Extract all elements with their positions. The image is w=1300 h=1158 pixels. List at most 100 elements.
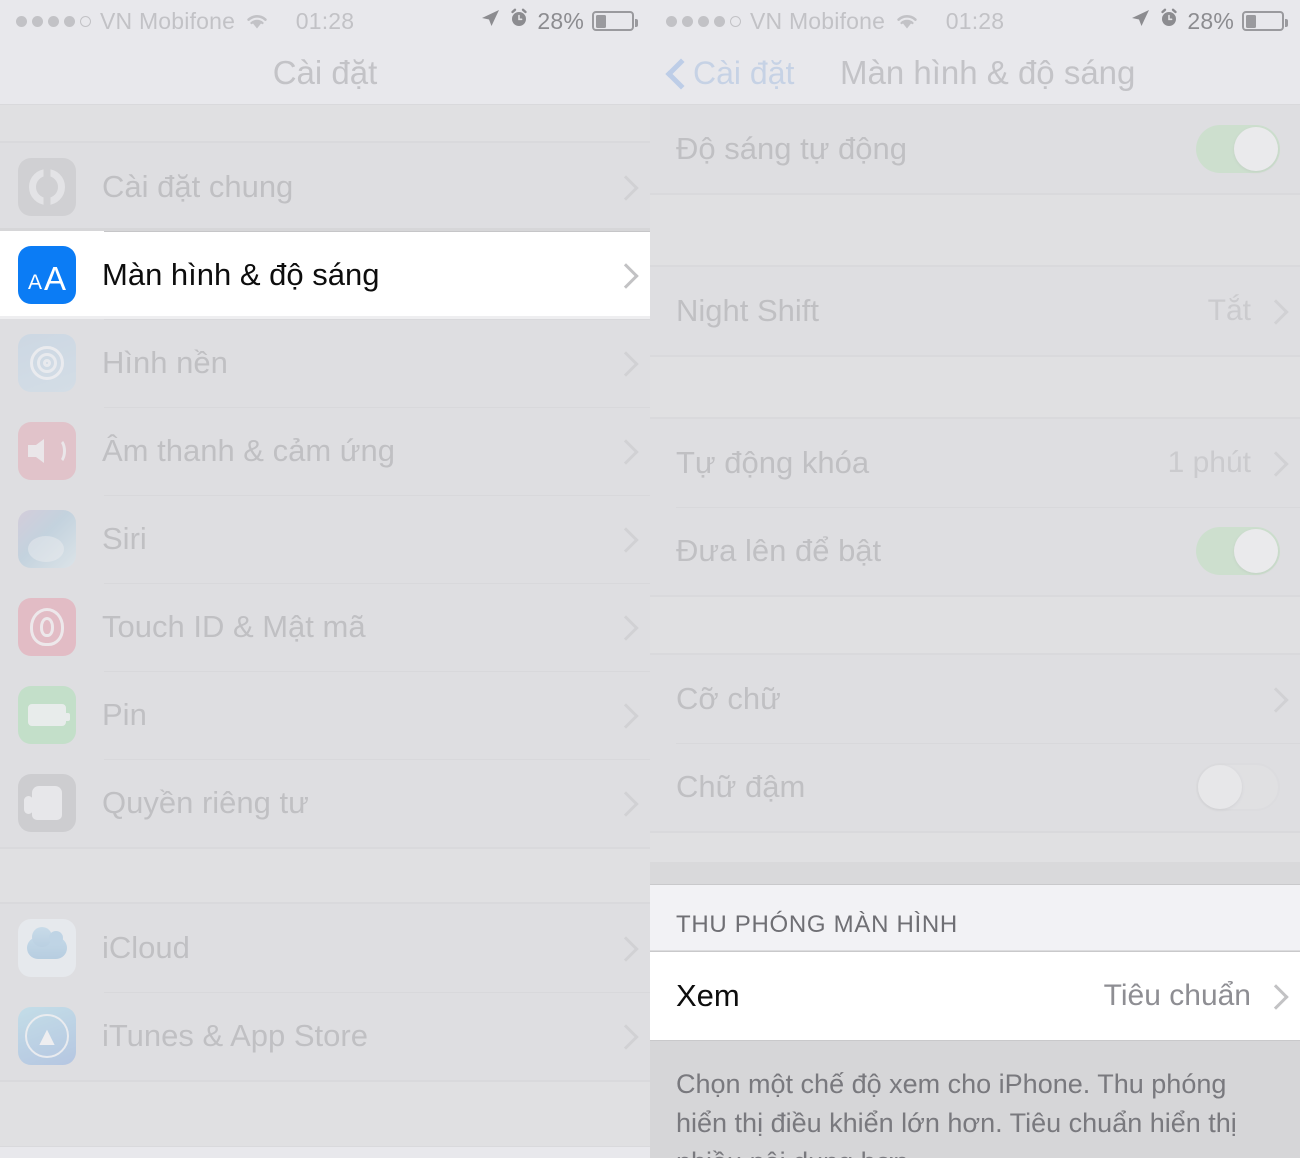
chevron-right-icon	[617, 937, 630, 959]
chevron-right-icon	[617, 792, 630, 814]
chevron-right-icon	[617, 176, 630, 198]
night-shift-group: Night Shift Tắt	[650, 266, 1300, 356]
sidebar-item-general[interactable]: Cài đặt chung	[0, 143, 650, 231]
chevron-right-icon	[617, 704, 630, 726]
bold-text-toggle[interactable]	[1196, 763, 1280, 811]
sidebar-item-icloud[interactable]: iCloud	[0, 904, 650, 992]
location-arrow-icon	[479, 7, 501, 36]
display-zoom-group: Xem Tiêu chuẩn	[650, 951, 1300, 1041]
display-zoom-section-header: THU PHÓNG MÀN HÌNH	[650, 885, 1300, 951]
chevron-right-icon	[617, 528, 630, 550]
chevron-right-icon	[1267, 688, 1280, 710]
back-button[interactable]: Cài đặt	[650, 55, 794, 92]
row-label: Cỡ chữ	[676, 681, 781, 716]
icloud-icon	[18, 919, 76, 977]
row-label: Touch ID & Mật mã	[102, 609, 366, 644]
sidebar-item-battery[interactable]: Pin	[0, 671, 650, 759]
signal-dot	[64, 15, 75, 27]
row-value: Tắt	[1207, 294, 1251, 327]
sidebar-item-siri[interactable]: Siri	[0, 495, 650, 583]
alarm-clock-icon	[1159, 7, 1179, 35]
app-store-icon: ▲	[18, 1007, 76, 1065]
chevron-right-icon	[617, 440, 630, 462]
section-gap-1	[650, 194, 1300, 266]
row-raise-to-wake[interactable]: Đưa lên để bật	[650, 507, 1300, 595]
row-label: iTunes & App Store	[102, 1018, 368, 1053]
chevron-left-icon	[668, 59, 685, 88]
raise-to-wake-toggle[interactable]	[1196, 527, 1280, 575]
row-label: Night Shift	[676, 293, 820, 328]
signal-dot	[714, 15, 725, 27]
row-value: 1 phút	[1167, 446, 1251, 479]
signal-dot-empty	[80, 15, 91, 27]
auto-brightness-toggle[interactable]	[1196, 125, 1280, 173]
signal-dot	[48, 15, 59, 27]
row-label: Pin	[102, 697, 147, 732]
battery-percent-label: 28%	[1187, 7, 1234, 34]
text-group: Cỡ chữ Chữ đậm	[650, 654, 1300, 832]
wallpaper-icon	[18, 334, 76, 392]
sidebar-item-privacy[interactable]: Quyền riêng tư	[0, 759, 650, 847]
sidebar-item-sounds[interactable]: Âm thanh & cảm ứng	[0, 407, 650, 495]
row-night-shift[interactable]: Night Shift Tắt	[650, 267, 1300, 355]
alarm-clock-icon	[509, 7, 529, 35]
page-title: Màn hình & độ sáng	[840, 54, 1136, 91]
row-label: iCloud	[102, 930, 190, 965]
signal-dot	[698, 15, 709, 27]
chevron-right-icon	[617, 264, 630, 286]
chevron-right-icon	[617, 352, 630, 374]
status-bar-right-group: 28%	[1129, 7, 1288, 36]
lock-wake-group: Tự động khóa 1 phút Đưa lên để bật	[650, 418, 1300, 596]
settings-group-2: iCloud ▲ iTunes & App Store	[0, 903, 650, 1081]
chevron-right-icon	[1267, 985, 1280, 1007]
dual-screenshot-stage: VN Mobifone 01:28 28% Cài đặt Cài đặt ch…	[0, 0, 1300, 1158]
chevron-right-icon	[617, 616, 630, 638]
row-label: Cài đặt chung	[102, 169, 294, 204]
chevron-right-icon	[1267, 300, 1280, 322]
row-view[interactable]: Xem Tiêu chuẩn	[650, 952, 1300, 1040]
row-label: Tự động khóa	[676, 445, 870, 480]
row-label: Quyền riêng tư	[102, 785, 309, 820]
row-label: Hình nền	[102, 345, 228, 380]
siri-icon	[18, 510, 76, 568]
signal-dot-empty	[730, 15, 741, 27]
sidebar-item-touchid-passcode[interactable]: Touch ID & Mật mã	[0, 583, 650, 671]
sidebar-item-itunes-appstore[interactable]: ▲ iTunes & App Store	[0, 992, 650, 1080]
section-gap-4	[650, 832, 1300, 885]
right-panel-display-brightness: VN Mobifone 01:28 28% Cài đặt Màn hình &…	[650, 0, 1300, 1158]
signal-strength-dots	[16, 15, 91, 27]
wifi-icon	[244, 11, 270, 31]
sidebar-item-wallpaper[interactable]: Hình nền	[0, 319, 650, 407]
auto-brightness-group: Độ sáng tự động	[650, 104, 1300, 194]
signal-dot	[682, 15, 693, 27]
row-label: Độ sáng tự động	[676, 131, 908, 166]
row-label: Siri	[102, 521, 147, 556]
status-bar-left-group: VN Mobifone	[666, 8, 920, 35]
hand-privacy-icon	[18, 774, 76, 832]
section-gap-2	[650, 356, 1300, 418]
row-text-size[interactable]: Cỡ chữ	[650, 655, 1300, 743]
row-auto-lock[interactable]: Tự động khóa 1 phút	[650, 419, 1300, 507]
left-nav-bar: Cài đặt	[0, 42, 650, 104]
row-auto-brightness[interactable]: Độ sáng tự động	[650, 105, 1300, 193]
list-top-gap	[0, 104, 650, 142]
right-nav-bar: Cài đặt Màn hình & độ sáng	[650, 42, 1300, 104]
carrier-label: VN Mobifone	[100, 7, 236, 34]
location-arrow-icon	[1129, 7, 1151, 36]
status-bar-left: VN Mobifone 01:28 28%	[0, 0, 650, 42]
chevron-right-icon	[1267, 452, 1280, 474]
list-section-gap	[0, 848, 650, 903]
status-bar-right: VN Mobifone 01:28 28%	[650, 0, 1300, 42]
row-bold-text[interactable]: Chữ đậm	[650, 743, 1300, 831]
signal-dot	[666, 15, 677, 27]
sidebar-item-display-brightness[interactable]: AA Màn hình & độ sáng	[0, 231, 650, 319]
row-value: Tiêu chuẩn	[1103, 979, 1251, 1012]
gear-icon	[18, 158, 76, 216]
status-bar-right-group: 28%	[479, 7, 638, 36]
signal-dot	[32, 15, 43, 27]
row-label: Đưa lên để bật	[676, 533, 882, 568]
aa-display-icon: AA	[18, 246, 76, 304]
status-bar-left-group: VN Mobifone	[16, 8, 270, 35]
battery-icon	[1242, 11, 1288, 31]
left-panel-settings: VN Mobifone 01:28 28% Cài đặt Cài đặt ch…	[0, 0, 650, 1158]
